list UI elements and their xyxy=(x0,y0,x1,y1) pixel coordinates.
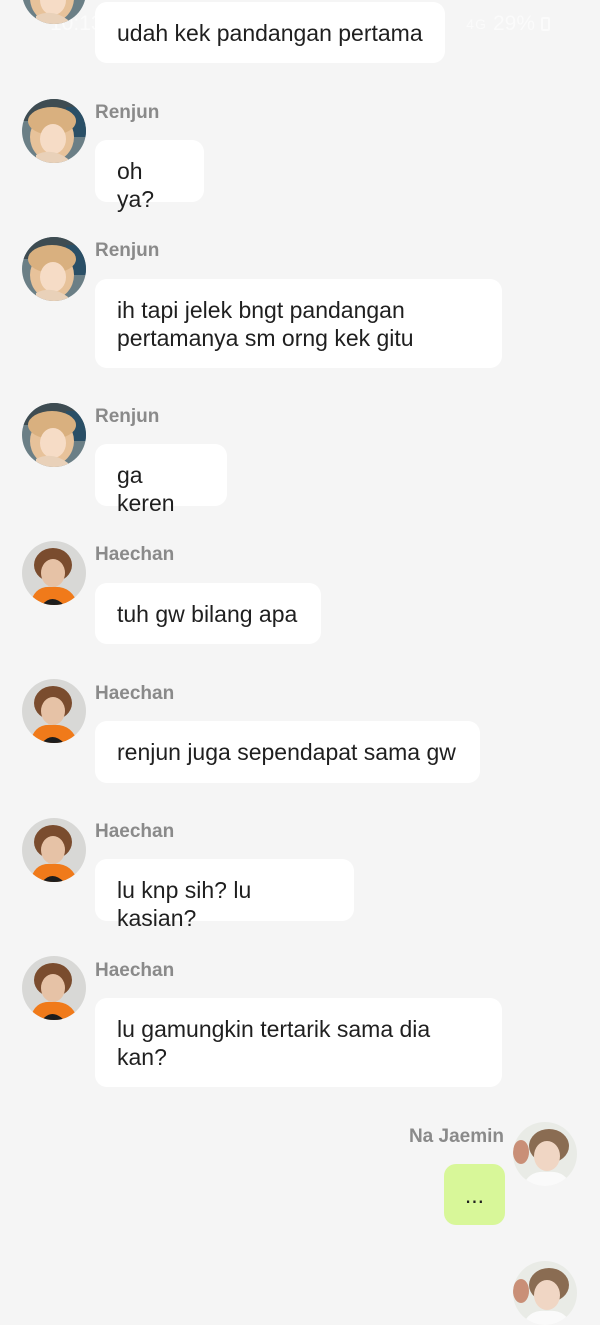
sender-name: Renjun xyxy=(95,102,160,123)
avatar[interactable] xyxy=(513,1122,577,1186)
sender-name: Na Jaemin xyxy=(408,1126,504,1147)
avatar[interactable] xyxy=(22,0,86,24)
sender-name: Haechan xyxy=(95,544,175,565)
message-bubble[interactable]: lu gamungkin tertarik sama dia kan? xyxy=(95,998,502,1087)
avatar[interactable] xyxy=(22,99,86,163)
avatar[interactable] xyxy=(22,818,86,882)
signal-icon: 4G xyxy=(466,16,487,32)
sender-name: Haechan xyxy=(95,960,175,981)
avatar[interactable] xyxy=(22,679,86,743)
avatar[interactable] xyxy=(22,237,86,301)
message-bubble[interactable]: udah kek pandangan pertama xyxy=(95,2,445,63)
avatar[interactable] xyxy=(22,956,86,1020)
sender-name: Renjun xyxy=(95,240,160,261)
message-bubble[interactable]: lu knp sih? lu kasian? xyxy=(95,859,354,931)
avatar[interactable] xyxy=(22,541,86,605)
message-bubble[interactable]: ih tapi jelek bngt pandangan pertamanya … xyxy=(95,279,502,368)
message-bubble[interactable]: renjun juga sependapat sama gw xyxy=(95,721,480,783)
sender-name: Haechan xyxy=(95,683,175,704)
message-bubble-own[interactable]: ... xyxy=(444,1164,505,1225)
message-bubble[interactable]: tuh gw bilang apa xyxy=(95,583,321,644)
battery-level: 29% xyxy=(492,12,535,35)
status-right: 4G 29% xyxy=(466,12,550,36)
sender-name: Renjun xyxy=(95,406,160,427)
message-bubble[interactable]: ga keren xyxy=(95,444,227,516)
sender-name: Haechan xyxy=(95,821,175,842)
battery-icon xyxy=(541,17,550,31)
avatar[interactable] xyxy=(513,1261,577,1325)
message-bubble[interactable]: oh ya? xyxy=(95,140,204,212)
avatar[interactable] xyxy=(22,403,86,467)
